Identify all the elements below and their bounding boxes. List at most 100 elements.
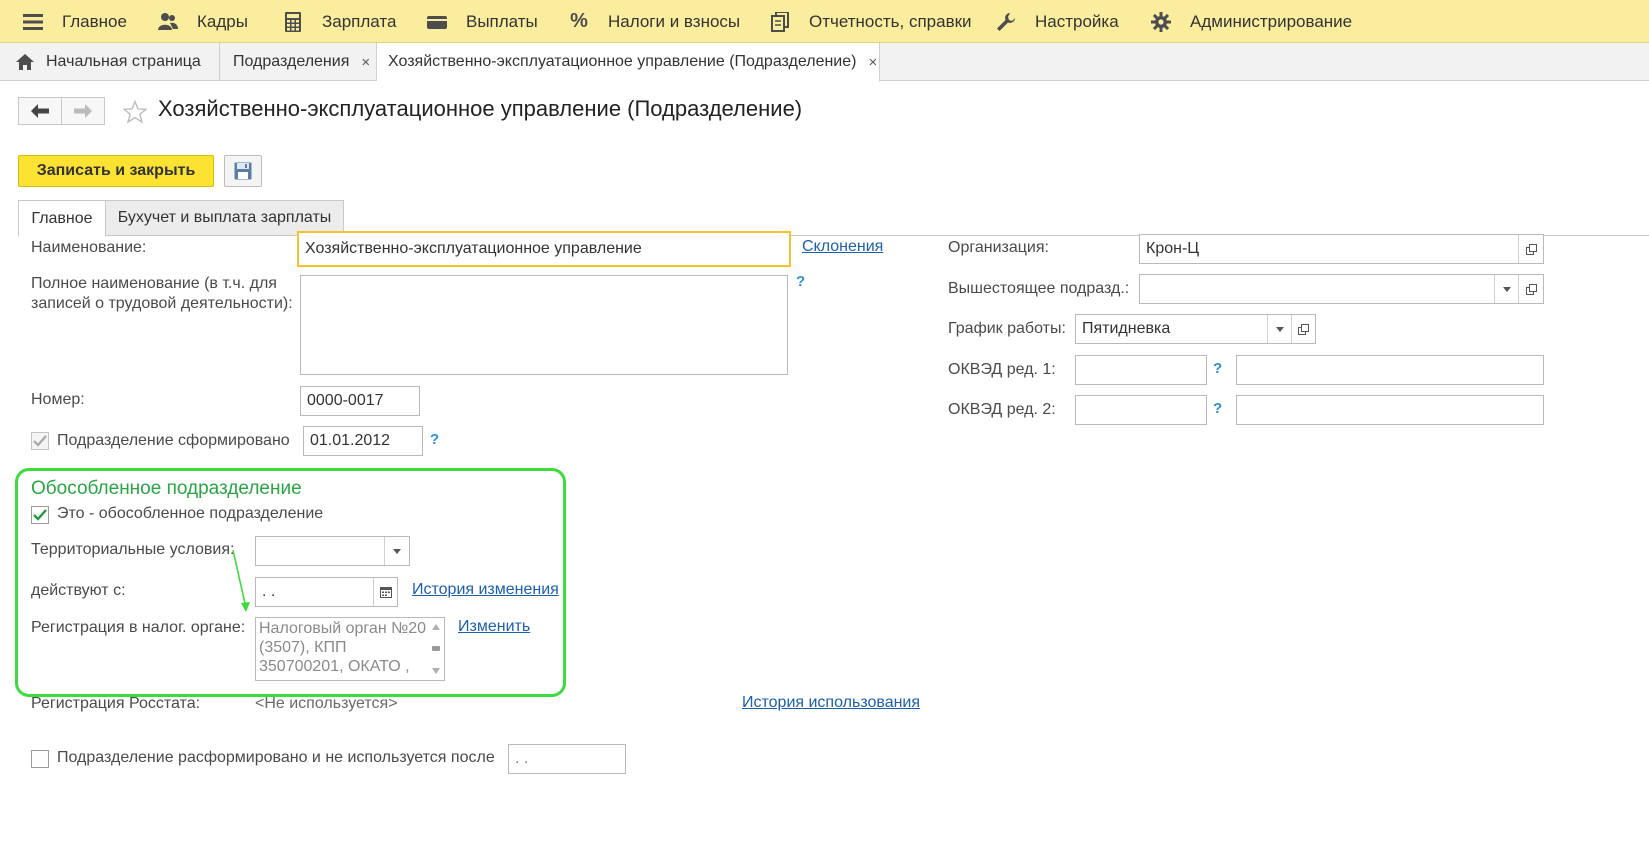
effective-label: действуют с: [31,582,126,599]
okved1-help-icon[interactable]: ? [1213,360,1222,377]
tab-subdivisions[interactable]: Подразделения × [220,43,377,81]
home-icon [16,54,34,70]
menu-item-settings[interactable]: Настройка [995,0,1119,43]
people-icon [157,11,179,33]
schedule-dropdown-button[interactable] [1267,315,1291,343]
close-icon[interactable]: × [361,54,370,71]
full-name-textarea[interactable] [300,275,788,375]
page-title: Хозяйственно-эксплуатационное управление… [158,96,803,121]
tab-current-document[interactable]: Хозяйственно-эксплуатационное управление… [377,43,880,82]
menu-item-salary[interactable]: Зарплата [282,0,396,43]
okved1-label: ОКВЭД ред. 1: [948,361,1056,378]
tax-registration-text: Налоговый орган №20 (3507), КПП 35070020… [259,620,427,675]
menu-item-main[interactable]: Главное [22,0,127,43]
menu-label: Зарплата [322,11,397,31]
tab-label: Начальная страница [46,53,201,70]
name-label: Наименование: [31,239,147,256]
parent-dropdown-button[interactable] [1494,275,1518,303]
full-name-label-line1: Полное наименование (в т.ч. для [31,275,277,292]
rosstat-value: <Не используется> [255,695,398,712]
open-tabs-bar: Начальная страница Подразделения × Хозяй… [0,43,1649,82]
calendar-icon [379,587,392,598]
open-window-icon [1298,323,1309,335]
schedule-label: График работы: [948,320,1066,337]
arrow-right-icon [74,104,92,118]
is-separate-label: Это - обособленное подразделение [57,505,324,522]
tax-registration-value[interactable]: Налоговый орган №20 (3507), КПП 35070020… [255,617,445,681]
change-history-link[interactable]: История изменения [412,581,559,599]
organization-open-button[interactable] [1518,235,1543,263]
parent-subdivision-select[interactable] [1139,274,1544,304]
open-window-icon [1525,243,1537,255]
arrow-left-icon [31,104,49,118]
menu-label: Кадры [197,11,248,31]
tab-home[interactable]: Начальная страница [0,43,220,81]
menu-item-reports[interactable]: Отчетность, справки [769,0,972,43]
forward-button[interactable] [61,97,105,125]
name-input[interactable]: Хозяйственно-эксплуатационное управление [297,231,791,267]
menu-label: Настройка [1035,11,1119,31]
parent-subdivision-label: Вышестоящее подразд.: [948,280,1130,297]
okved1-code-input[interactable] [1075,355,1207,385]
formed-date-input[interactable]: 01.01.2012 [303,426,423,456]
close-icon[interactable]: × [868,54,877,71]
chevron-down-icon [1502,286,1511,292]
okved2-help-icon[interactable]: ? [1213,400,1222,417]
territorial-dropdown-button[interactable] [384,537,409,565]
rosstat-label: Регистрация Росстата: [31,695,201,712]
favorite-star-icon[interactable] [122,99,148,128]
calculator-icon [282,11,304,33]
menu-label: Налоги и взносы [608,11,741,31]
tab-label: Подразделения [233,53,350,70]
save-and-close-button[interactable]: Записать и закрыть [18,155,214,187]
checkmark-icon [33,435,47,447]
declensions-link[interactable]: Склонения [802,238,883,256]
usage-history-link[interactable]: История использования [742,694,920,712]
menu-label: Главное [62,11,127,31]
chevron-down-icon [1275,326,1284,332]
full-name-help-icon[interactable]: ? [796,273,805,290]
menu-item-hr[interactable]: Кадры [157,0,248,43]
open-window-icon [1525,283,1537,295]
documents-icon [769,11,791,33]
menu-item-admin[interactable]: Администрирование [1150,0,1352,43]
menu-label: Выплаты [466,11,538,31]
calendar-button[interactable] [373,578,397,606]
menu-label: Отчетность, справки [809,11,972,31]
schedule-open-button[interactable] [1291,315,1315,343]
wrench-icon [995,11,1017,33]
disbanded-label: Подразделение расформировано и не исполь… [57,749,495,766]
organization-input[interactable]: Крон-Ц [1139,234,1544,264]
separate-subdivision-title: Обособленное подразделение [31,478,302,499]
number-label: Номер: [31,391,85,408]
annotation-arrow [232,549,250,612]
hamburger-icon [22,11,44,33]
tab-label: Хозяйственно-эксплуатационное управление… [388,53,857,70]
menu-item-payments[interactable]: Выплаты [426,0,538,43]
parent-open-button[interactable] [1518,275,1543,303]
scrollbar[interactable] [430,620,442,678]
percent-icon: % [570,10,588,32]
disbanded-checkbox[interactable] [31,750,49,768]
floppy-disk-icon [234,162,252,180]
chevron-down-icon [393,548,401,554]
gear-icon [1150,11,1172,33]
tab-main[interactable]: Главное [18,200,106,237]
disbanded-date-input[interactable]: . . [508,744,626,774]
menu-item-taxes[interactable]: % Налоги и взносы [568,0,740,43]
okved2-name-input[interactable] [1236,395,1544,425]
change-tax-registration-link[interactable]: Изменить [458,618,530,636]
menu-label: Администрирование [1190,11,1353,31]
formed-checkbox[interactable] [31,432,49,450]
is-separate-checkbox[interactable] [31,506,49,524]
checkmark-icon [33,509,47,521]
save-button[interactable] [224,155,262,187]
number-input[interactable]: 0000-0017 [300,386,420,416]
tax-registration-label: Регистрация в налог. органе: [31,619,246,636]
okved1-name-input[interactable] [1236,355,1544,385]
back-button[interactable] [18,97,62,125]
okved2-code-input[interactable] [1075,395,1207,425]
formed-help-icon[interactable]: ? [430,431,439,448]
formed-label: Подразделение сформировано [57,432,290,449]
full-name-label-line2: записей о трудовой деятельности): [31,295,293,312]
